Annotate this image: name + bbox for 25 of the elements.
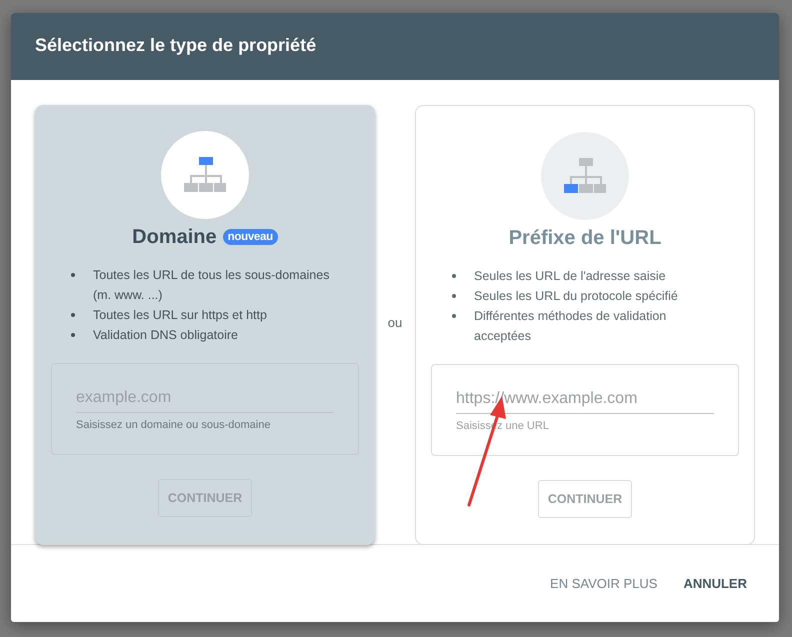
feature-text: Seules les URL du protocole spécifié <box>474 288 678 305</box>
new-badge: nouveau <box>222 229 278 245</box>
feature-text: Toutes les URL sur https et http <box>93 307 267 324</box>
input-field[interactable]: example.com Saisissez un domaine ou sous-domaine <box>51 363 359 455</box>
bullet-icon <box>452 294 456 298</box>
card-title: Préfixe de l'URL <box>508 226 662 250</box>
separator-text: ou <box>386 315 404 330</box>
bullet-icon <box>71 313 75 317</box>
feature-text: Toutes les URL de tous les sous-domaines (m. www. ...) <box>93 267 330 304</box>
card-title: Domaine <box>132 226 217 248</box>
cancel-button[interactable]: ANNULER <box>673 568 757 599</box>
bullet-icon <box>452 274 456 278</box>
bullet-icon <box>71 333 75 337</box>
feature-text: Seules les URL de l'adresse saisie <box>474 268 666 285</box>
learn-more-button[interactable]: EN SAVOIR PLUS <box>540 568 668 599</box>
bullet-icon <box>452 314 456 318</box>
helper-text: Saisissez un domaine ou sous-domaine <box>76 419 272 431</box>
sitemap-icon <box>184 157 226 193</box>
bullet-icon <box>71 273 75 277</box>
continue-button[interactable]: CONTINUER <box>538 480 632 518</box>
dialog-title: Sélectionnez le type de propriété <box>35 35 316 56</box>
property-card[interactable]: Domaine nouveau Toutes les URL de tous les sous-domaines (m. www. ...) Toutes les URL sur https et http Validation DNS obligatoire example.com Saisissez un domaine ou sous-domaine CONTINUER <box>35 105 375 545</box>
feature-text: Validation DNS obligatoire <box>93 327 238 344</box>
sitemap-icon <box>564 158 606 194</box>
feature-text: Différentes méthodes de validation acceptées <box>474 308 668 345</box>
